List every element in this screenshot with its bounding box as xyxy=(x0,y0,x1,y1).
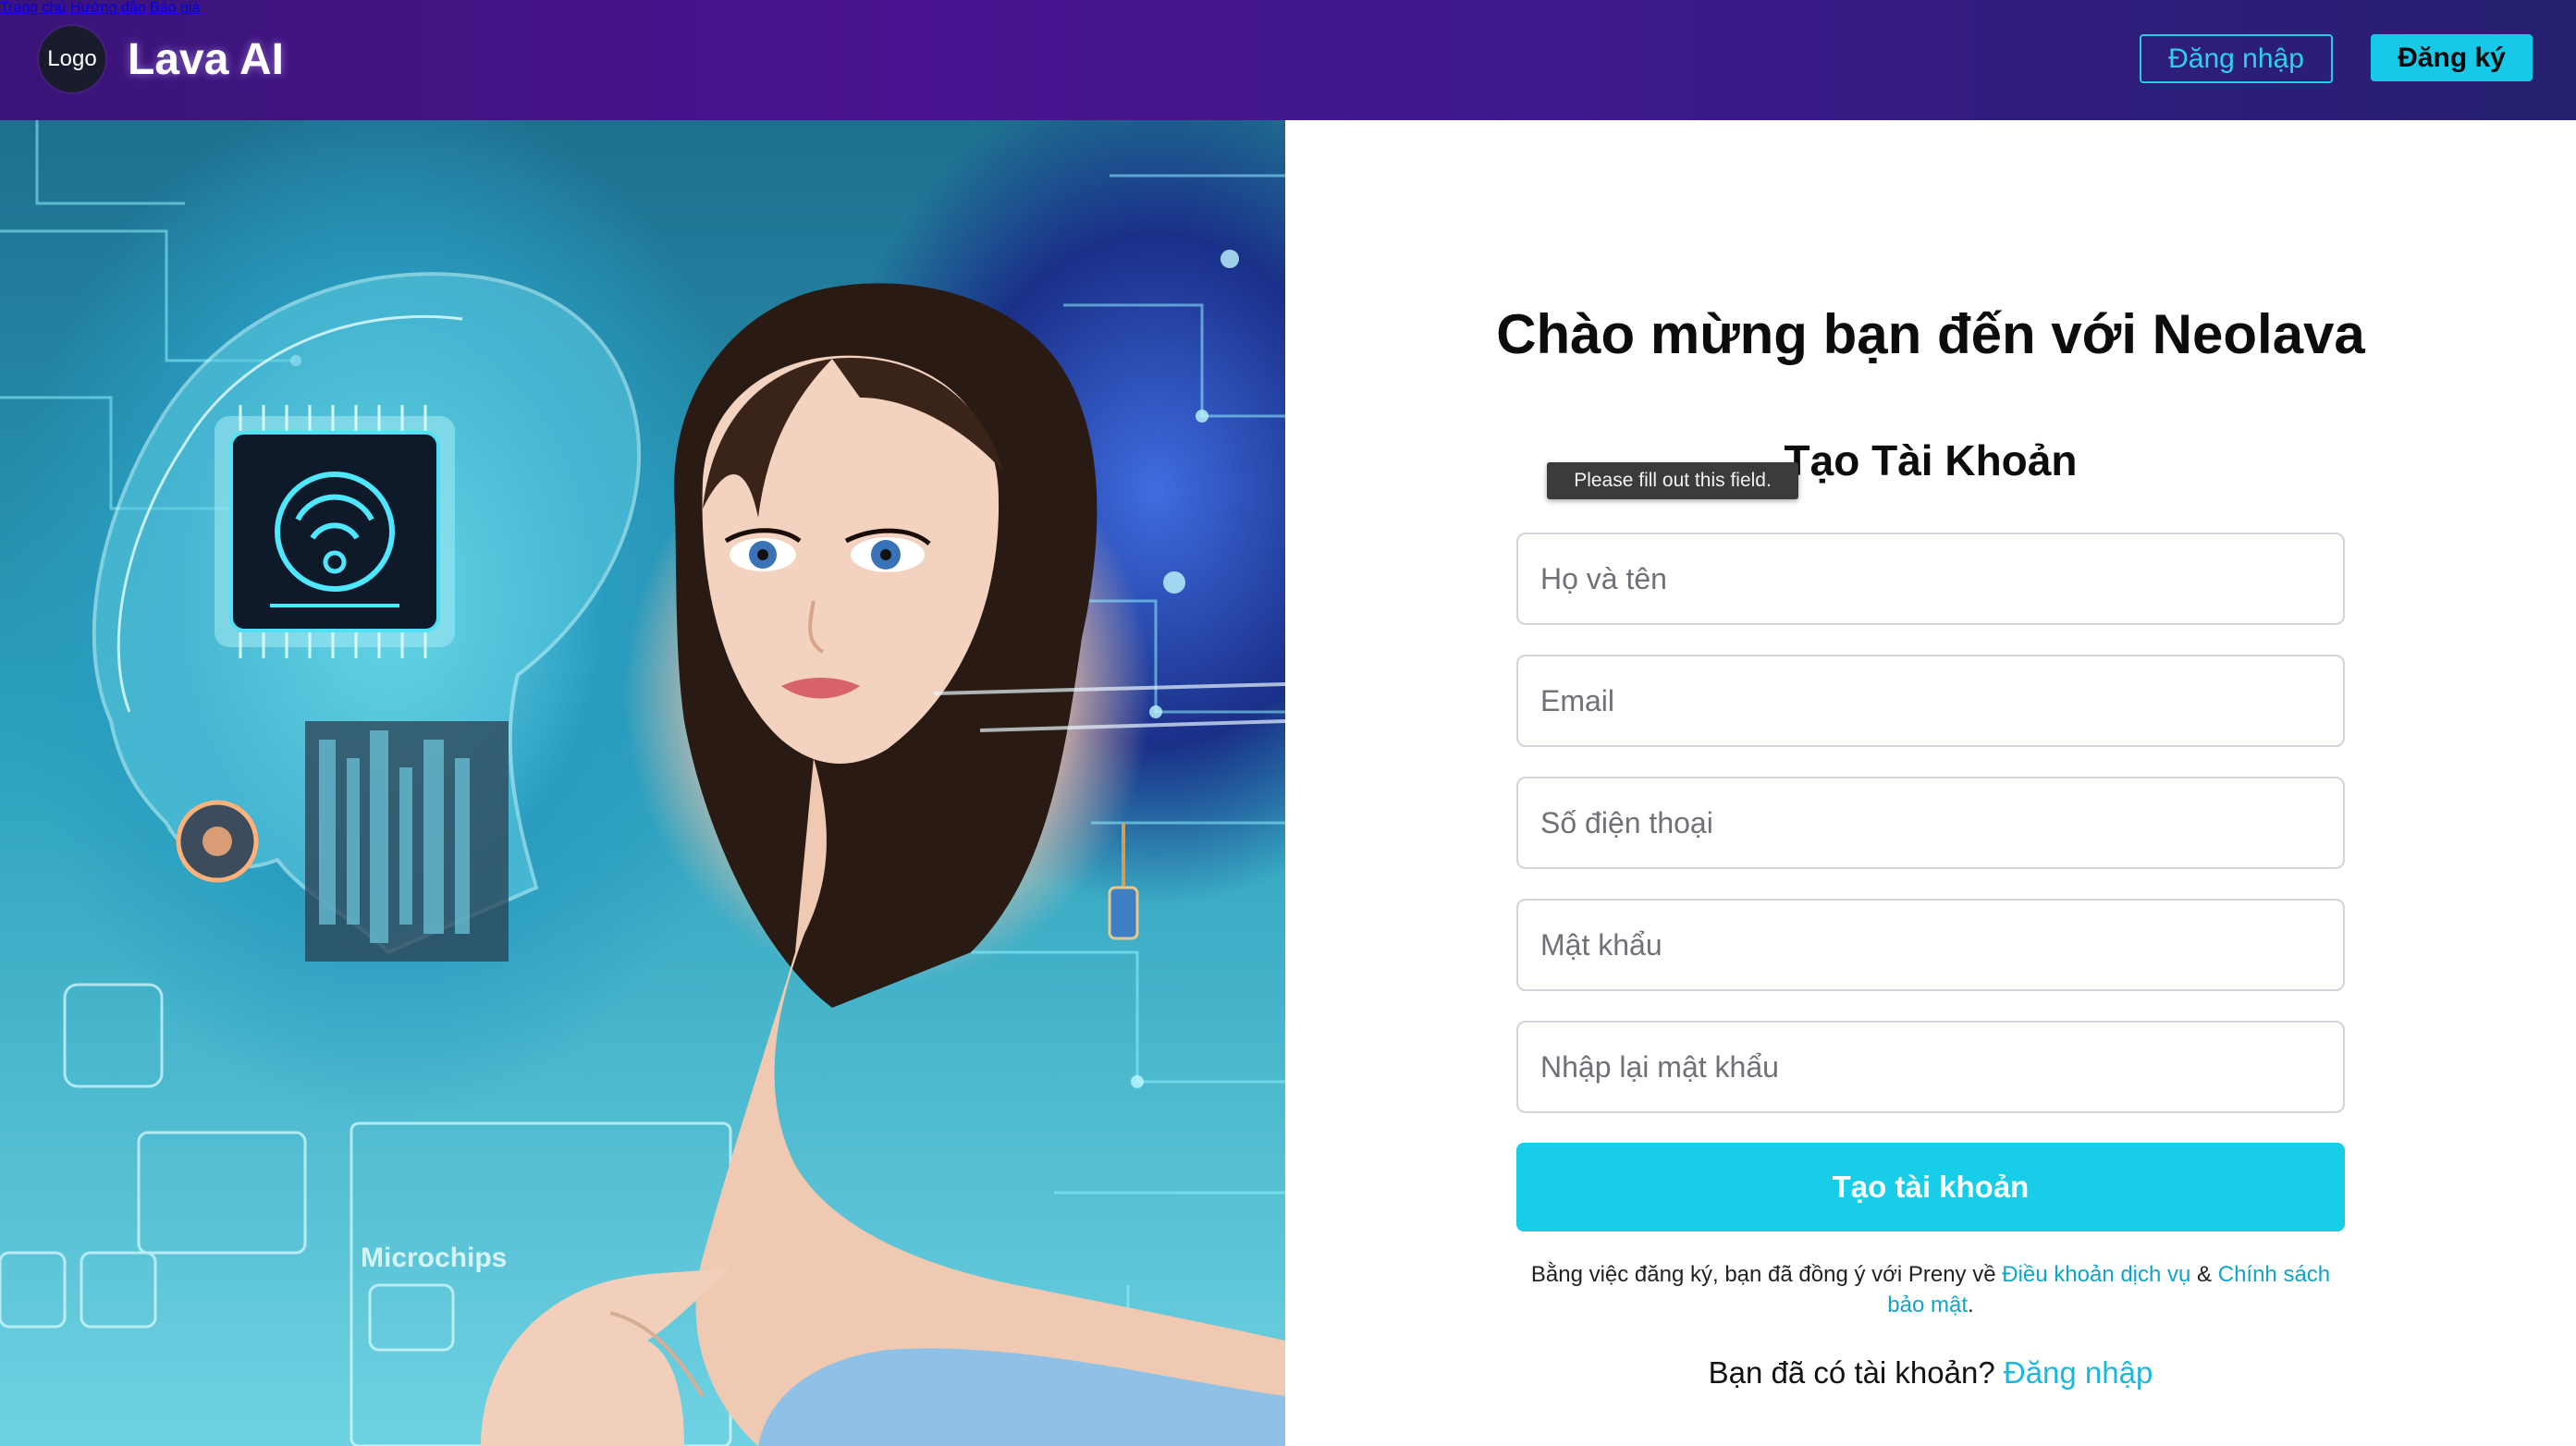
nav-guide[interactable]: Hướng dẫn xyxy=(70,0,146,16)
top-navbar: Logo Lava AI Trang chủ Hướng dẫn Báo giá… xyxy=(0,0,2576,120)
robot-head xyxy=(92,272,642,962)
password-input[interactable] xyxy=(1516,899,2345,991)
microchips-label: Microchips xyxy=(361,1243,507,1273)
nav-pricing[interactable]: Báo giá xyxy=(150,0,200,16)
logo[interactable]: Logo xyxy=(39,26,105,92)
validation-tooltip: Please fill out this field. xyxy=(1547,462,1798,499)
logo-text: Logo xyxy=(47,46,97,71)
login-button[interactable]: Đăng nhập xyxy=(2140,34,2333,83)
login-link[interactable]: Đăng nhập xyxy=(2004,1355,2153,1390)
hero-artwork: Microchips xyxy=(0,120,1285,1446)
form-subtitle: Tạo Tài Khoản xyxy=(1784,436,2078,484)
terms-of-service-link[interactable]: Điều khoản dịch vụ xyxy=(2002,1262,2190,1287)
nav-home[interactable]: Trang chủ xyxy=(0,0,66,16)
email-input[interactable] xyxy=(1516,655,2345,747)
welcome-title: Chào mừng bạn đến với Neolava xyxy=(1496,303,2365,365)
brand-name[interactable]: Lava AI xyxy=(128,28,284,92)
confirm-password-input[interactable] xyxy=(1516,1021,2345,1113)
terms-and: & xyxy=(2190,1262,2218,1287)
hero-illustration: Microchips xyxy=(0,120,1285,1446)
create-account-button[interactable]: Tạo tài khoản xyxy=(1516,1143,2345,1232)
phone-input[interactable] xyxy=(1516,777,2345,869)
terms-prefix: Bằng việc đăng ký, bạn đã đồng ý với Pre… xyxy=(1530,1262,2003,1287)
register-button[interactable]: Đăng ký xyxy=(2371,34,2533,81)
terms-notice: Bằng việc đăng ký, bạn đã đồng ý với Pre… xyxy=(1516,1259,2345,1320)
terms-suffix: . xyxy=(1968,1293,1974,1317)
have-account-text: Bạn đã có tài khoản? xyxy=(1708,1355,2004,1390)
fullname-input[interactable] xyxy=(1516,533,2345,625)
login-prompt: Bạn đã có tài khoản? Đăng nhập xyxy=(1516,1352,2345,1394)
